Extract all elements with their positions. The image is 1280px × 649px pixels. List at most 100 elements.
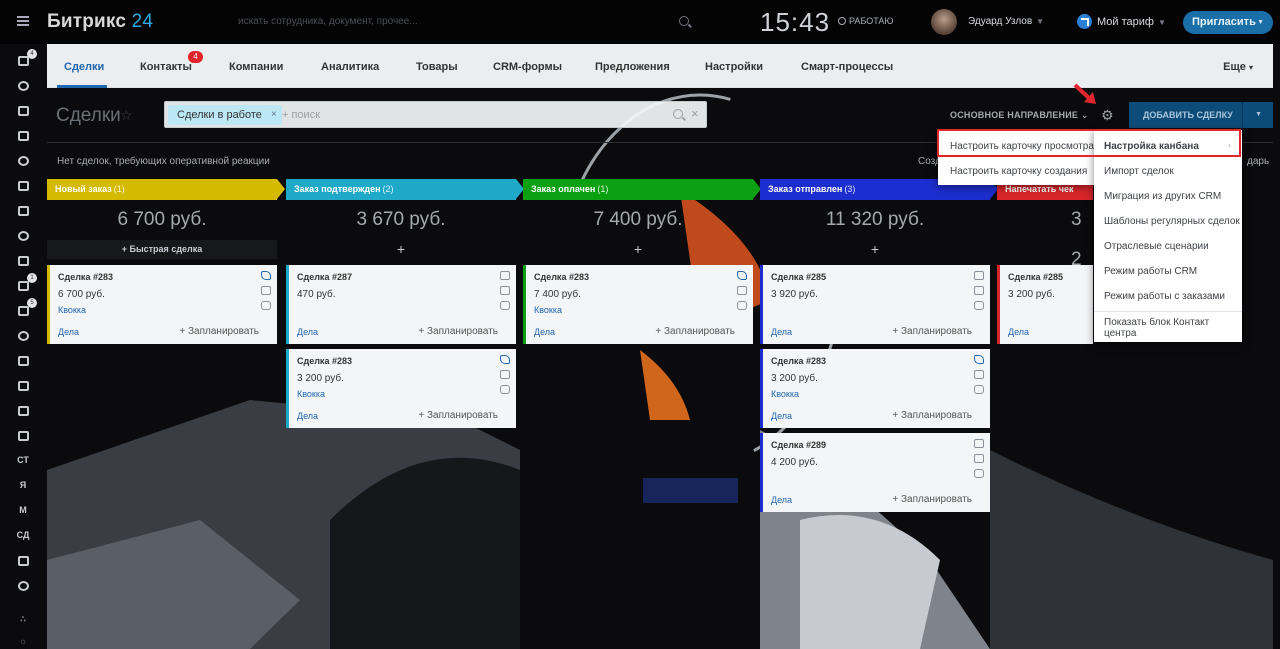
sidebar-item-sd[interactable]: СД <box>16 530 30 542</box>
clock-icon[interactable] <box>16 331 30 343</box>
menu-item-industry-scenarios[interactable]: Отраслевые сценарии <box>1104 241 1209 252</box>
deal-card[interactable]: Сделка #283 7 400 руб. Квокка Дела + Зап… <box>523 265 753 344</box>
chat-icon[interactable] <box>974 469 984 478</box>
avatar[interactable] <box>931 9 957 35</box>
phone-icon[interactable] <box>500 355 510 364</box>
deal-contact[interactable]: Квокка <box>58 305 86 315</box>
menu-item-crm-mode[interactable]: Режим работы CRM <box>1104 266 1197 277</box>
shop-icon[interactable] <box>16 406 30 418</box>
deal-activities-link[interactable]: Дела <box>771 495 792 505</box>
deal-card[interactable]: Сделка #283 3 200 руб. Квокка Дела + Зап… <box>286 349 516 428</box>
phone-icon[interactable] <box>500 271 510 280</box>
tab-deals[interactable]: Сделки <box>64 61 104 73</box>
chat-icon[interactable] <box>974 385 984 394</box>
close-icon[interactable]: × <box>691 106 699 121</box>
menu-item-migration[interactable]: Миграция из других CRM <box>1104 191 1221 202</box>
deal-contact[interactable]: Квокка <box>297 389 325 399</box>
deal-title[interactable]: Сделка #285 <box>1008 272 1063 282</box>
mail-icon[interactable] <box>737 286 747 295</box>
deal-title[interactable]: Сделка #283 <box>58 272 113 282</box>
chat-icon[interactable] <box>500 301 510 310</box>
document-icon[interactable] <box>16 556 30 568</box>
deal-title[interactable]: Сделка #285 <box>771 272 826 282</box>
column-header[interactable]: Новый заказ (1) <box>47 179 285 200</box>
mail-icon[interactable] <box>16 306 30 318</box>
mail-icon[interactable] <box>974 286 984 295</box>
remove-tag-icon[interactable]: × <box>271 105 277 125</box>
phone-icon[interactable] <box>261 271 271 280</box>
menu-item-recurring-templates[interactable]: Шаблоны регулярных сделок <box>1104 216 1240 227</box>
global-search-input[interactable]: искать сотрудника, документ, прочее... <box>238 16 688 27</box>
deal-activities-link[interactable]: Дела <box>58 327 79 337</box>
mail-icon[interactable] <box>500 370 510 379</box>
menu-item-import-deals[interactable]: Импорт сделок <box>1104 166 1174 177</box>
chat-icon[interactable] <box>737 301 747 310</box>
add-deal-plus[interactable]: + <box>286 240 516 259</box>
add-deal-plus[interactable]: + <box>760 240 990 259</box>
mail-icon[interactable] <box>974 370 984 379</box>
deal-card[interactable]: Сделка #283 3 200 руб. Квокка Дела + Зап… <box>760 349 990 428</box>
deal-card[interactable]: Сделка #283 6 700 руб. Квокка Дела + Зап… <box>47 265 277 344</box>
deal-card[interactable]: Сделка #285 3 920 руб. Дела + Запланиров… <box>760 265 990 344</box>
deal-title[interactable]: Сделка #287 <box>297 272 352 282</box>
tab-offers[interactable]: Предложения <box>595 61 670 73</box>
plan-button[interactable]: + Запланировать <box>418 410 498 421</box>
deal-activities-link[interactable]: Дела <box>534 327 555 337</box>
gear-small-icon[interactable]: ☼ <box>16 636 30 648</box>
tasks-icon[interactable] <box>16 106 30 118</box>
add-deal-button[interactable]: ДОБАВИТЬ СДЕЛКУ ▼ <box>1129 102 1273 128</box>
tab-analytics[interactable]: Аналитика <box>321 61 379 73</box>
deal-contact[interactable]: Квокка <box>771 389 799 399</box>
phone-icon[interactable] <box>974 271 984 280</box>
tariff-menu[interactable]: Мой тариф ▼ <box>1077 14 1166 29</box>
direction-select[interactable]: ОСНОВНОЕ НАПРАВЛЕНИЕ ⌄ <box>950 110 1089 121</box>
drive-icon[interactable] <box>16 206 30 218</box>
cart-icon[interactable] <box>16 356 30 368</box>
invite-button[interactable]: Пригласить ▼ <box>1183 11 1273 34</box>
filter-tag[interactable]: Сделки в работе × <box>168 105 282 125</box>
apps-icon[interactable] <box>16 381 30 393</box>
chat-icon[interactable] <box>500 385 510 394</box>
menu-item-contact-center[interactable]: Показать блок Контакт центра <box>1104 317 1242 339</box>
tab-companies[interactable]: Компании <box>229 61 283 73</box>
work-status[interactable]: РАБОТАЮ <box>838 16 894 26</box>
deal-title[interactable]: Сделка #283 <box>771 356 826 366</box>
dots-icon[interactable]: ∴ <box>16 614 30 626</box>
settings-sliders-icon[interactable] <box>16 431 30 443</box>
tab-smart-processes[interactable]: Смарт-процессы <box>801 61 893 73</box>
deal-card[interactable]: Сделка #287 470 руб. Дела + Запланироват… <box>286 265 516 344</box>
tab-contacts[interactable]: Контакты <box>140 61 192 73</box>
user-menu[interactable]: Эдуард Узлов ▼ <box>968 16 1044 27</box>
phone-icon[interactable] <box>737 271 747 280</box>
tab-products[interactable]: Товары <box>416 61 458 73</box>
chat-icon[interactable] <box>16 156 30 168</box>
more-circle-icon[interactable] <box>16 581 30 593</box>
search-icon[interactable] <box>673 109 683 119</box>
deal-activities-link[interactable]: Дела <box>1008 327 1029 337</box>
filter-search-input[interactable]: Сделки в работе × + поиск × <box>164 101 707 128</box>
chat-icon[interactable] <box>974 301 984 310</box>
deal-activities-link[interactable]: Дела <box>771 411 792 421</box>
search-icon[interactable] <box>679 16 689 26</box>
deal-card[interactable]: Сделка #285 3 200 руб. Дела <box>997 265 1093 344</box>
hamburger-menu-icon[interactable] <box>17 16 29 26</box>
plan-button[interactable]: + Запланировать <box>655 326 735 337</box>
menu-item-create-card[interactable]: Настроить карточку создания <box>950 166 1087 177</box>
checklist-icon[interactable] <box>16 281 30 293</box>
sidebar-item-ya[interactable]: Я <box>16 480 30 492</box>
menu-item-orders-mode[interactable]: Режим работы с заказами <box>1104 291 1225 302</box>
plan-button[interactable]: + Запланировать <box>892 410 972 421</box>
chat-icon[interactable] <box>261 301 271 310</box>
plan-button[interactable]: + Запланировать <box>892 494 972 505</box>
deal-title[interactable]: Сделка #283 <box>297 356 352 366</box>
gear-icon[interactable]: ⚙ <box>1101 107 1114 124</box>
time-icon[interactable] <box>16 231 30 243</box>
reports-icon[interactable] <box>16 256 30 268</box>
deal-activities-link[interactable]: Дела <box>297 327 318 337</box>
deal-title[interactable]: Сделка #283 <box>534 272 589 282</box>
sidebar-item-st[interactable]: СТ <box>16 455 30 467</box>
plan-button[interactable]: + Запланировать <box>179 326 259 337</box>
mail-icon[interactable] <box>974 454 984 463</box>
phone-icon[interactable] <box>974 355 984 364</box>
add-deal-plus[interactable]: + <box>523 240 753 259</box>
